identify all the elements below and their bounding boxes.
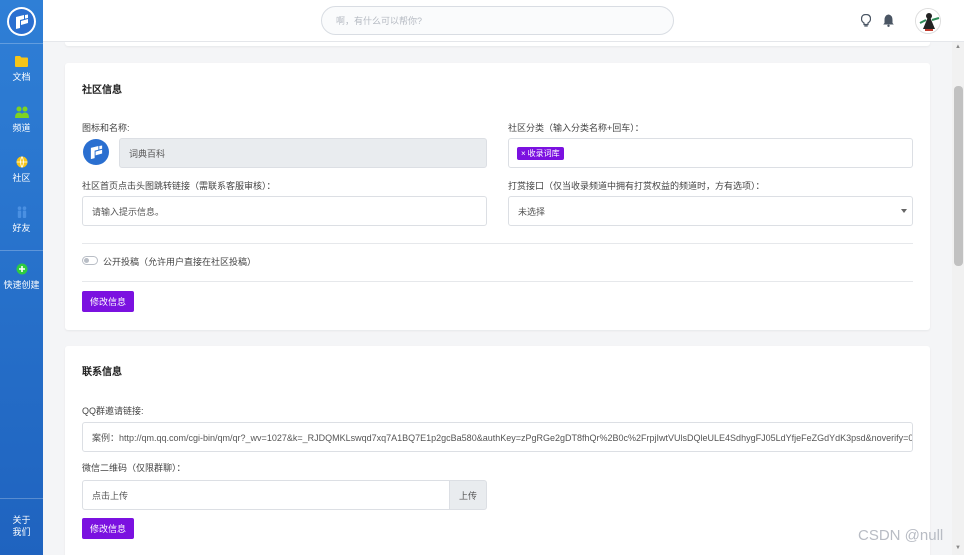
globe-icon (16, 156, 27, 168)
sidebar-item-quick-create[interactable]: 快速创建 (0, 263, 43, 291)
sidebar-item-docs[interactable]: 文档 (0, 56, 43, 83)
friends-icon (17, 206, 26, 218)
community-info-card: 社区信息 图标和名称: 词典百科 社区分类（输入分类名称+回车）： × 收录词库… (65, 63, 930, 330)
sidebar-item-label: 好友 (12, 223, 31, 233)
category-tag[interactable]: × 收录词库 (517, 146, 564, 160)
watermark: CSDN @null (858, 527, 944, 544)
card-title: 社区信息 (82, 85, 122, 96)
sidebar-item-community[interactable]: 社区 (0, 156, 43, 184)
about-label-line2: 我们 (12, 527, 31, 537)
category-input[interactable]: × 收录词库 (508, 138, 913, 168)
contact-info-card: 联系信息 QQ群邀请链接: 案例：http://qm.qq.com/cgi-bi… (65, 346, 930, 555)
wechat-qr-label: 微信二维码（仅限群聊）： (82, 463, 186, 473)
tip-interface-select[interactable]: 未选择 (508, 196, 913, 226)
community-icon[interactable] (83, 139, 109, 165)
qq-link-input[interactable]: 案例：http://qm.qq.com/cgi-bin/qm/qr?_wv=10… (82, 422, 913, 452)
sidebar-divider (0, 43, 43, 44)
wechat-qr-upload-field[interactable]: 点击上传 (82, 480, 450, 510)
logo-mark (9, 9, 34, 34)
sidebar-item-label: 快速创建 (3, 280, 40, 290)
public-post-label: 公开投稿（允许用户直接在社区投稿） (103, 257, 257, 267)
plus-circle-icon (16, 263, 27, 275)
tip-interface-label: 打赏接口（仅当收录频道中拥有打赏权益的频道时，方有选项）： (508, 181, 765, 191)
sidebar-item-label: 社区 (12, 173, 31, 183)
avatar[interactable] (915, 8, 941, 34)
scrollbar-thumb[interactable] (954, 86, 963, 266)
about-label-line1: 关于 (12, 515, 31, 525)
community-name-value: 词典百科 (129, 148, 166, 159)
logo-glyph-icon (15, 14, 28, 29)
upload-placeholder: 点击上传 (92, 490, 129, 501)
sidebar-item-friends[interactable]: 好友 (0, 206, 43, 234)
sidebar-item-channels[interactable]: 频道 (0, 106, 43, 134)
dropdown-caret-icon (901, 209, 907, 213)
sidebar-divider (0, 498, 43, 499)
sidebar-item-label: 文档 (12, 72, 31, 82)
tip-interface-value: 未选择 (518, 206, 546, 217)
save-contact-button[interactable]: 修改信息 (82, 518, 134, 539)
community-name-field[interactable]: 词典百科 (119, 138, 487, 168)
bell-icon[interactable] (883, 14, 894, 27)
top-bar: 啊，有什么可以帮你? (43, 0, 964, 42)
homepage-link-label: 社区首页点击头图跳转链接（需联系客服审核）： (82, 181, 276, 191)
toggle-knob (84, 258, 89, 263)
qq-link-label: QQ群邀请链接: (82, 406, 144, 416)
tag-remove-icon[interactable]: × (521, 149, 526, 158)
sidebar-divider (0, 250, 43, 251)
search-placeholder: 啊，有什么可以帮你? (336, 16, 423, 26)
folder-icon (15, 56, 28, 67)
scroll-up-arrow-icon[interactable]: ▲ (955, 44, 961, 50)
category-tag-label: 收录词库 (527, 148, 560, 158)
bulb-icon[interactable] (861, 14, 871, 27)
icon-name-label: 图标和名称: (82, 123, 130, 133)
app-logo[interactable] (7, 7, 36, 36)
upload-button[interactable]: 上传 (450, 480, 487, 510)
divider (82, 243, 913, 244)
homepage-link-placeholder: 请输入提示信息。 (92, 206, 165, 217)
community-logo-icon (90, 144, 102, 159)
scroll-down-arrow-icon[interactable]: ▼ (955, 545, 961, 551)
category-label: 社区分类（输入分类名称+回车）： (508, 123, 644, 133)
homepage-link-input[interactable]: 请输入提示信息。 (82, 196, 487, 226)
users-icon (14, 106, 29, 118)
qq-link-value: 案例：http://qm.qq.com/cgi-bin/qm/qr?_wv=10… (92, 432, 913, 443)
public-post-toggle[interactable] (82, 256, 98, 265)
previous-card-edge (65, 42, 930, 46)
search-input[interactable]: 啊，有什么可以帮你? (321, 6, 674, 35)
sidebar: 文档 频道 社区 好友 快速创建 关于 我们 (0, 0, 43, 555)
sidebar-item-about[interactable]: 关于 我们 (0, 514, 43, 538)
avatar-image (916, 9, 940, 33)
card-title: 联系信息 (82, 367, 122, 378)
save-community-button[interactable]: 修改信息 (82, 291, 134, 312)
sidebar-item-label: 频道 (12, 123, 31, 133)
divider (82, 281, 913, 282)
